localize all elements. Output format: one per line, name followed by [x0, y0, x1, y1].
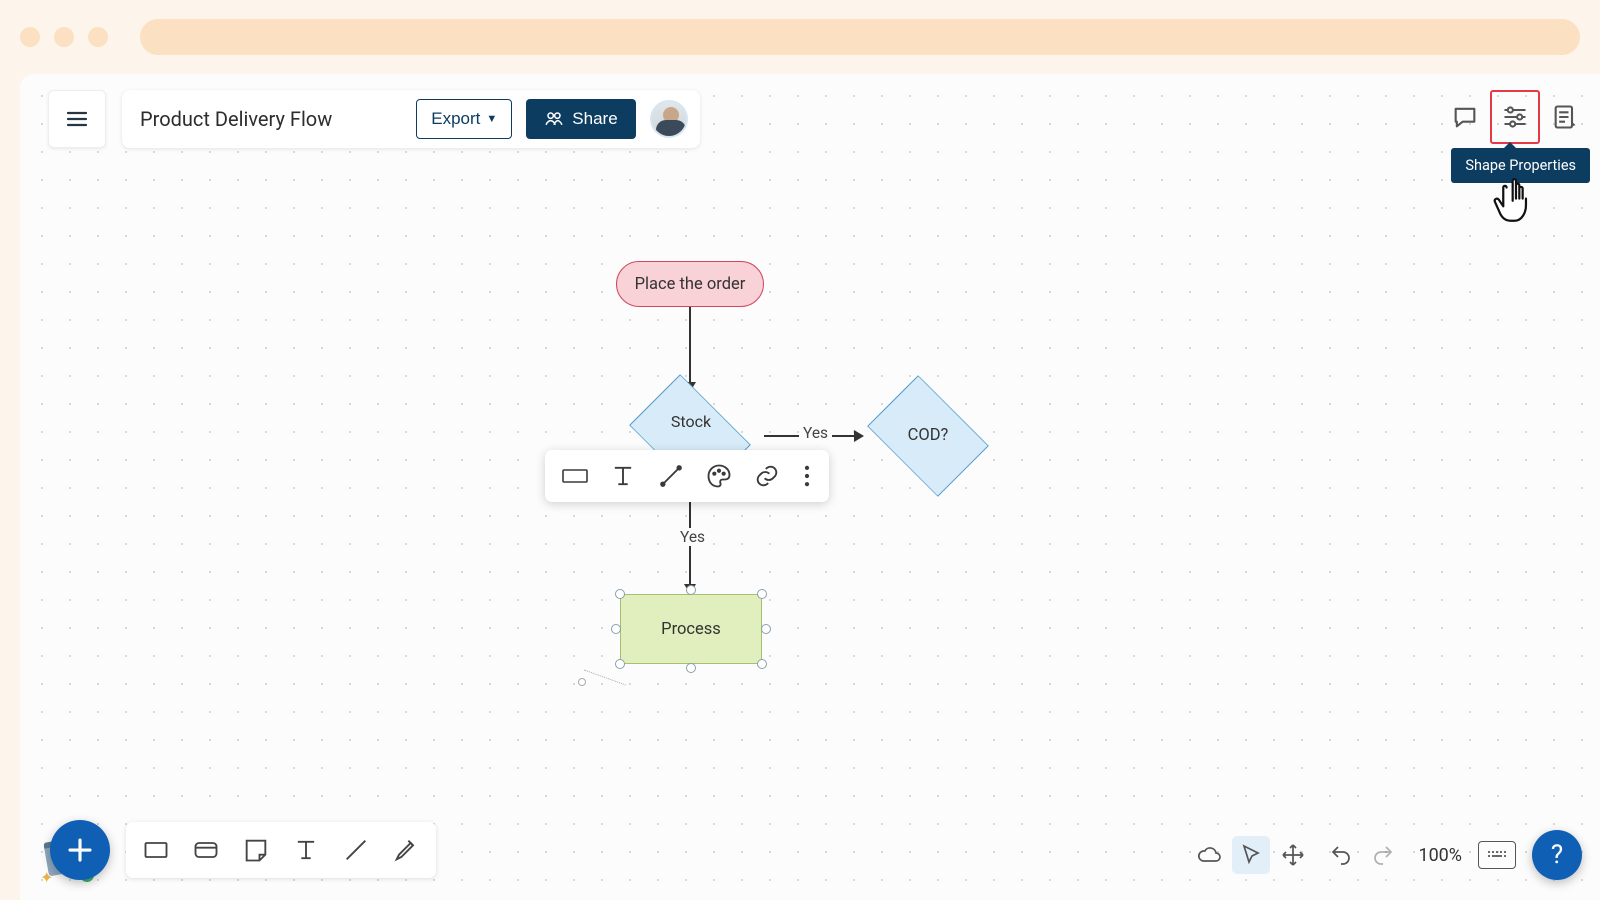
connector-icon: [657, 462, 685, 490]
tool-line[interactable]: [334, 826, 378, 874]
rectangle-icon: [561, 462, 589, 490]
link-indicator-dot[interactable]: [578, 678, 586, 686]
top-right-tools: [1440, 90, 1590, 144]
sticky-note-icon: [242, 836, 270, 864]
node-label: COD?: [852, 426, 1004, 445]
note-edit-icon: [1551, 103, 1579, 131]
share-label: Share: [572, 109, 617, 129]
redo-button[interactable]: [1364, 836, 1402, 874]
tool-container[interactable]: [184, 826, 228, 874]
sliders-icon: [1501, 103, 1529, 131]
help-label: ?: [1551, 840, 1563, 870]
browser-chrome: [0, 0, 1600, 74]
link-icon: [753, 462, 781, 490]
help-button[interactable]: ?: [1532, 830, 1582, 880]
user-avatar[interactable]: [650, 100, 688, 138]
selection-handle[interactable]: [611, 624, 621, 634]
highlighter-icon: [392, 836, 420, 864]
tool-text[interactable]: [284, 826, 328, 874]
rectangle-icon: [142, 836, 170, 864]
redo-icon: [1371, 843, 1395, 867]
palette-icon: [705, 462, 733, 490]
node-label: Process: [661, 620, 721, 639]
container-icon: [192, 836, 220, 864]
share-button[interactable]: Share: [526, 99, 635, 139]
pointer-tool-button[interactable]: [1232, 836, 1270, 874]
title-card: Product Delivery Flow Export ▼ Share: [122, 90, 700, 148]
zoom-level[interactable]: 100%: [1412, 845, 1468, 866]
keyboard-shortcuts-button[interactable]: [1478, 836, 1516, 874]
node-terminator-start[interactable]: Place the order: [616, 261, 764, 307]
ctx-text-button[interactable]: [601, 456, 645, 496]
pan-tool-button[interactable]: [1274, 836, 1312, 874]
cursor-icon: [1239, 843, 1263, 867]
node-label: Stock: [616, 412, 766, 431]
ctx-connector-button[interactable]: [649, 456, 693, 496]
tool-highlighter[interactable]: [384, 826, 428, 874]
selection-handle[interactable]: [615, 589, 625, 599]
line-icon: [342, 836, 370, 864]
caret-down-icon: ▼: [486, 113, 497, 125]
sync-status-button[interactable]: [1190, 836, 1228, 874]
selection-handle[interactable]: [686, 585, 696, 595]
ctx-link-button[interactable]: [745, 456, 789, 496]
link-indicator[interactable]: [584, 670, 626, 686]
url-bar[interactable]: [140, 19, 1580, 55]
cursor-hand-graphic: [1488, 172, 1544, 234]
selection-handle[interactable]: [761, 624, 771, 634]
text-icon: [292, 836, 320, 864]
document-title[interactable]: Product Delivery Flow: [140, 107, 332, 131]
bottom-right-toolbar: 100% ?: [1190, 830, 1582, 880]
nav-tool-group: [1190, 836, 1312, 874]
connector[interactable]: [689, 307, 691, 385]
traffic-lights: [20, 27, 108, 47]
keyboard-icon: [1478, 841, 1516, 869]
tool-rectangle[interactable]: [134, 826, 178, 874]
edge-label[interactable]: Yes: [799, 424, 832, 442]
comments-button[interactable]: [1440, 90, 1490, 144]
selection-handle[interactable]: [686, 663, 696, 673]
export-button[interactable]: Export ▼: [416, 99, 512, 139]
traffic-light: [20, 27, 40, 47]
selection-handle[interactable]: [757, 589, 767, 599]
add-shape-button[interactable]: [50, 820, 110, 880]
export-label: Export: [431, 109, 480, 129]
more-vertical-icon: [793, 462, 821, 490]
top-toolbar: Product Delivery Flow Export ▼ Share: [48, 90, 700, 148]
hamburger-icon: [65, 107, 89, 131]
undo-button[interactable]: [1322, 836, 1360, 874]
quick-shape-panel: [126, 822, 436, 878]
tool-note[interactable]: [234, 826, 278, 874]
people-icon: [544, 109, 564, 129]
node-process[interactable]: Process: [620, 594, 762, 664]
cloud-icon: [1197, 843, 1221, 867]
selection-handle[interactable]: [615, 659, 625, 669]
text-icon: [609, 462, 637, 490]
selection-handle[interactable]: [757, 659, 767, 669]
ctx-shape-button[interactable]: [553, 456, 597, 496]
plus-icon: [65, 835, 95, 865]
history-group: [1322, 836, 1402, 874]
notes-button[interactable]: [1540, 90, 1590, 144]
traffic-light: [88, 27, 108, 47]
node-label: Place the order: [635, 275, 746, 294]
chat-icon: [1451, 103, 1479, 131]
bottom-left-toolbar: [50, 820, 436, 880]
edge-label[interactable]: Yes: [676, 528, 709, 546]
context-toolbar: [545, 450, 829, 502]
ctx-style-button[interactable]: [697, 456, 741, 496]
undo-icon: [1329, 843, 1353, 867]
app-frame: Product Delivery Flow Export ▼ Share Sha…: [20, 74, 1600, 900]
menu-button[interactable]: [48, 90, 106, 148]
traffic-light: [54, 27, 74, 47]
ctx-more-button[interactable]: [793, 456, 821, 496]
move-icon: [1281, 843, 1305, 867]
shape-properties-button[interactable]: [1490, 90, 1540, 144]
